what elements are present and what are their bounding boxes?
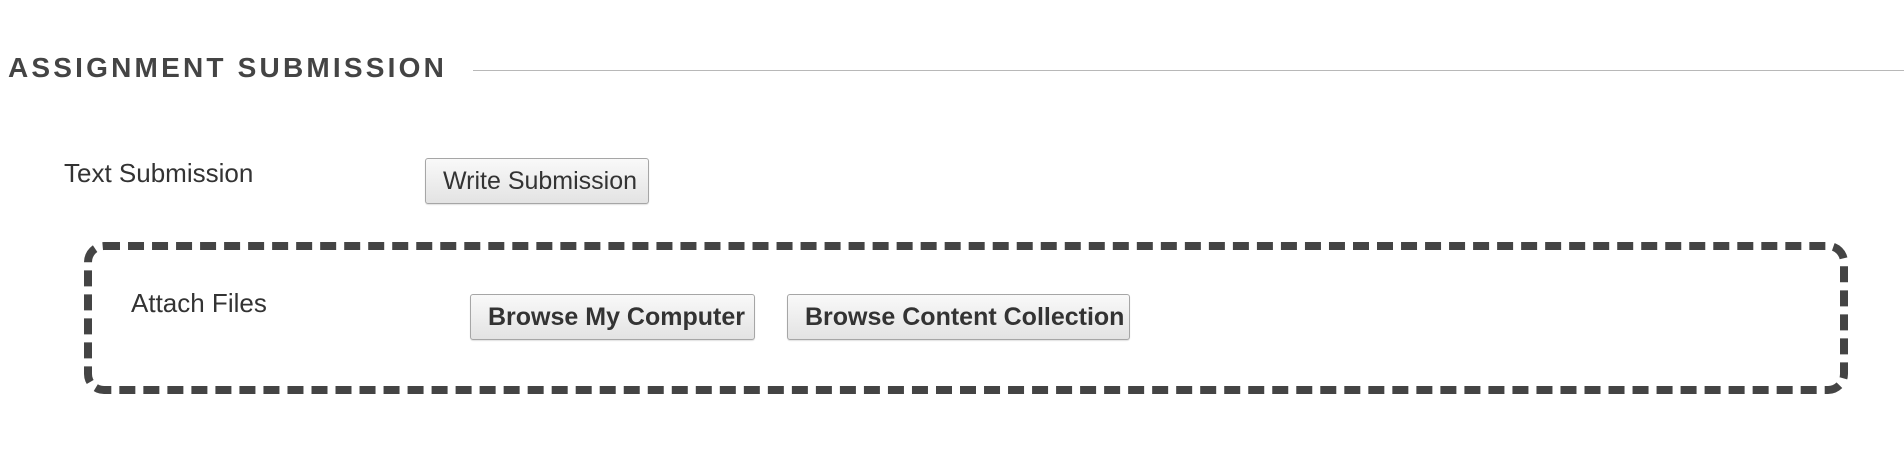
section-header: ASSIGNMENT SUBMISSION — [8, 48, 1904, 88]
section-divider — [473, 69, 1904, 71]
section-title: ASSIGNMENT SUBMISSION — [8, 52, 448, 83]
write-submission-button[interactable]: Write Submission — [425, 158, 649, 204]
browse-my-computer-button[interactable]: Browse My Computer — [470, 294, 755, 340]
browse-content-collection-button[interactable]: Browse Content Collection — [787, 294, 1130, 340]
text-submission-label: Text Submission — [64, 158, 254, 188]
attach-files-label: Attach Files — [131, 288, 267, 318]
